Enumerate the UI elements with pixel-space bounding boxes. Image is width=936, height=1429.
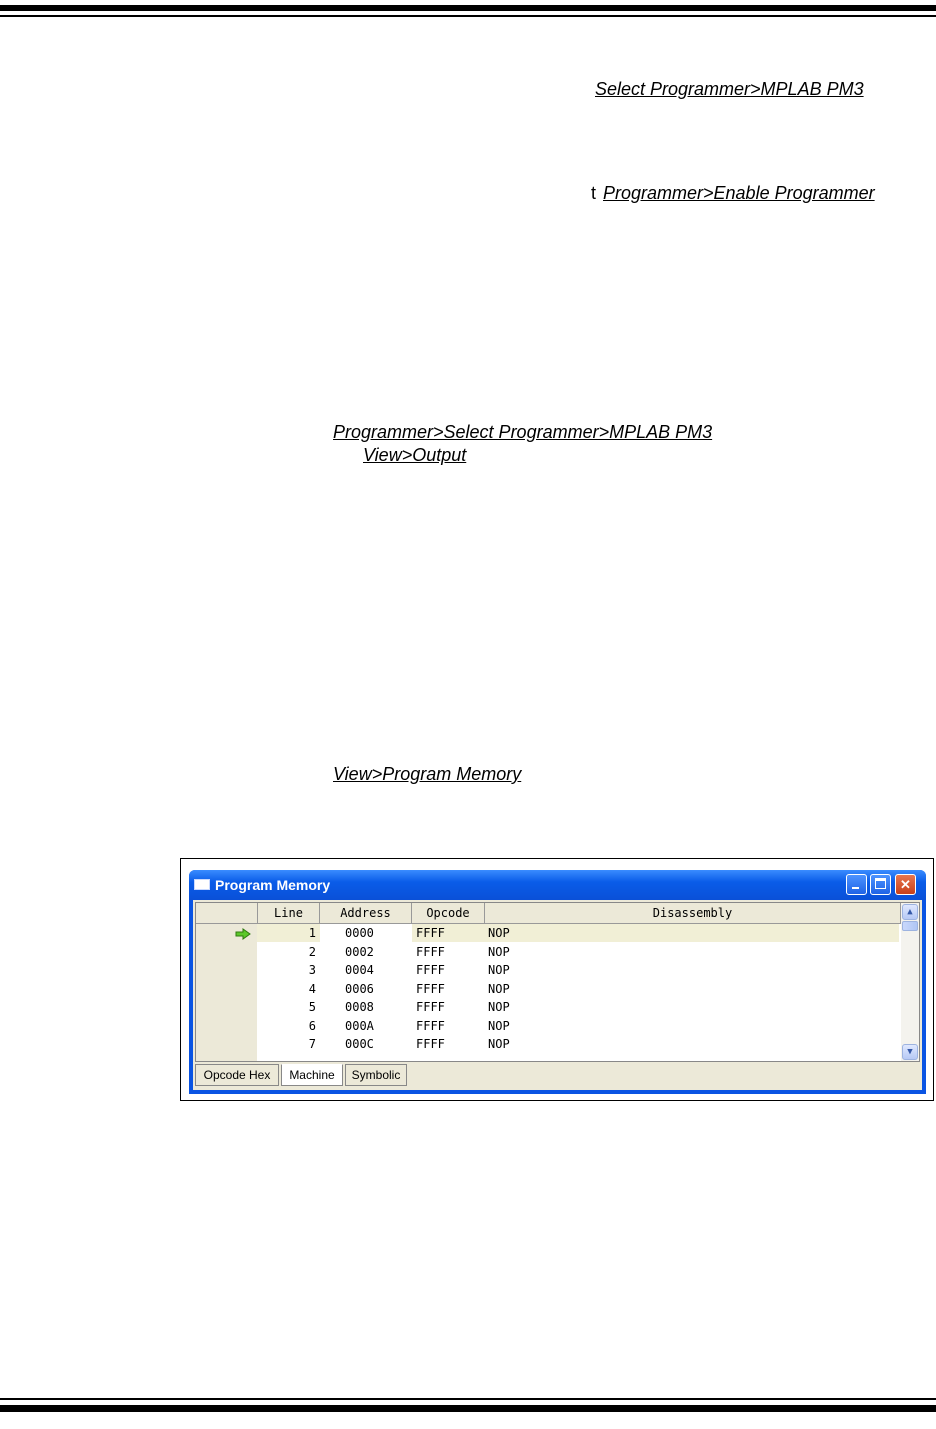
maximize-icon bbox=[875, 878, 886, 889]
menu-path-programmer-select: Programmer>Select Programmer>MPLAB PM3 bbox=[333, 422, 713, 442]
menu-path-view-program-memory: View>Program Memory bbox=[333, 764, 522, 784]
cell-line: 7 bbox=[308, 1037, 316, 1051]
cell-opcode: FFFF bbox=[416, 944, 445, 959]
cell-disassembly: NOP bbox=[488, 944, 510, 959]
figure-frame: Program Memory ✕ Line Address Opcode Dis… bbox=[180, 858, 934, 1101]
window-icon bbox=[194, 879, 210, 890]
cell-opcode: FFFF bbox=[416, 963, 445, 977]
cell-line: 5 bbox=[308, 1000, 316, 1014]
cell-disassembly: NOP bbox=[488, 1000, 510, 1014]
title-bar[interactable]: Program Memory ✕ bbox=[189, 870, 926, 900]
window-client: Line Address Opcode Disassembly 1 0000 FFF… bbox=[193, 900, 922, 1090]
cell-line: 1 bbox=[308, 926, 316, 940]
cell-disassembly: NOP bbox=[488, 926, 510, 940]
text-fragment: t bbox=[591, 183, 597, 203]
row-gutter bbox=[196, 924, 257, 1061]
scroll-up-button[interactable]: ▲ bbox=[902, 904, 918, 920]
cell-address: 000C bbox=[345, 1037, 374, 1051]
close-button[interactable]: ✕ bbox=[895, 874, 916, 895]
minimize-button[interactable] bbox=[846, 874, 867, 895]
minimize-icon bbox=[852, 887, 859, 889]
cell-opcode: FFFF bbox=[416, 1037, 445, 1051]
cell-disassembly: NOP bbox=[488, 981, 510, 996]
menu-path-view-output: View>Output bbox=[363, 445, 467, 465]
cell-address: 0002 bbox=[345, 944, 374, 959]
menu-path-enable-programmer: Programmer>Enable Programmer bbox=[603, 183, 875, 203]
cell-address: 0004 bbox=[345, 963, 374, 977]
cell-opcode: FFFF bbox=[416, 926, 445, 940]
bottom-rule-thin bbox=[0, 1398, 936, 1400]
cell-address: 0000 bbox=[345, 926, 374, 940]
cell-address: 0006 bbox=[345, 981, 374, 996]
cell-disassembly: NOP bbox=[488, 963, 510, 977]
cell-line: 4 bbox=[308, 981, 316, 996]
cell-line: 6 bbox=[308, 1018, 316, 1033]
column-header-line[interactable]: Line bbox=[258, 903, 320, 924]
menu-path-select-programmer: Select Programmer>MPLAB PM3 bbox=[595, 79, 864, 99]
column-header-address[interactable]: Address bbox=[320, 903, 412, 924]
vertical-scrollbar[interactable]: ▲ ▼ bbox=[901, 903, 919, 1061]
memory-grid: Line Address Opcode Disassembly 1 0000 FFF… bbox=[195, 902, 920, 1062]
tab-symbolic[interactable]: Symbolic bbox=[345, 1064, 407, 1086]
cell-disassembly: NOP bbox=[488, 1018, 510, 1033]
cell-line: 3 bbox=[308, 963, 316, 977]
maximize-button[interactable] bbox=[870, 874, 891, 895]
tab-machine[interactable]: Machine bbox=[281, 1064, 343, 1086]
top-rule-thin bbox=[0, 15, 936, 17]
cell-opcode: FFFF bbox=[416, 1000, 445, 1014]
column-header-opcode[interactable]: Opcode bbox=[412, 903, 485, 924]
cell-line: 2 bbox=[308, 944, 316, 959]
cell-opcode: FFFF bbox=[416, 1018, 445, 1033]
cell-disassembly: NOP bbox=[488, 1037, 510, 1051]
column-header-gutter bbox=[196, 903, 258, 924]
window-title: Program Memory bbox=[215, 877, 331, 893]
program-counter-arrow-icon bbox=[235, 928, 251, 940]
close-icon: ✕ bbox=[900, 877, 911, 892]
cell-address: 0008 bbox=[345, 1000, 374, 1014]
top-rule-thick bbox=[0, 5, 936, 11]
scroll-down-button[interactable]: ▼ bbox=[902, 1044, 918, 1060]
scroll-thumb[interactable] bbox=[902, 921, 918, 931]
tab-opcode-hex[interactable]: Opcode Hex bbox=[195, 1064, 279, 1086]
cell-address: 000A bbox=[345, 1018, 374, 1033]
cell-opcode: FFFF bbox=[416, 981, 445, 996]
bottom-rule-thick bbox=[0, 1405, 936, 1412]
column-header-disassembly[interactable]: Disassembly bbox=[485, 903, 901, 924]
program-memory-window: Program Memory ✕ Line Address Opcode Dis… bbox=[189, 870, 926, 1094]
